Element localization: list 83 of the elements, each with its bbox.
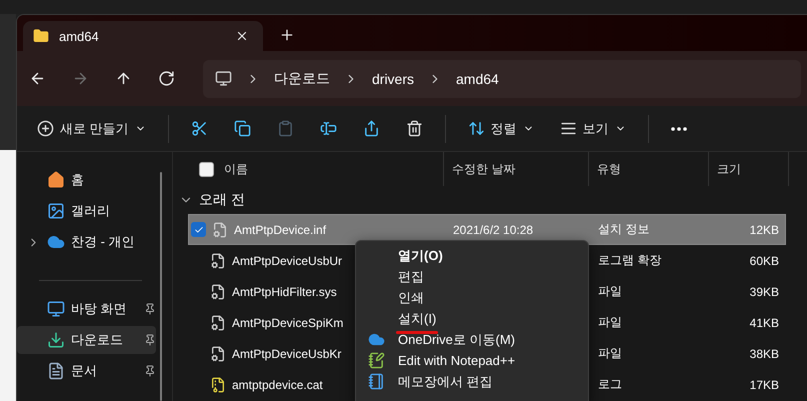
file-name: AmtPtpDeviceSpiKm (232, 316, 344, 330)
catalog-file-icon (210, 376, 226, 392)
more-icon (670, 126, 687, 130)
sidebar-item[interactable]: 홈 (17, 166, 156, 194)
new-button[interactable]: 새로 만들기 (29, 116, 154, 142)
notepad-icon (368, 373, 384, 390)
sidebar-item[interactable]: 바탕 화면 (17, 295, 156, 323)
tab[interactable]: amd64 (23, 21, 263, 51)
settings-file-icon (210, 252, 226, 268)
tab-title: amd64 (59, 28, 100, 44)
view-button[interactable]: 보기 (552, 116, 634, 142)
cut-icon (190, 120, 208, 137)
type-cell-text: 파일 (597, 345, 623, 362)
arrow-icon (29, 70, 46, 87)
type-cell-text: 파일 (597, 283, 623, 300)
file-name: AmtPtpDeviceUsbKr (232, 346, 342, 360)
size-cell-text: 41KB (748, 316, 780, 330)
sort-icon (468, 120, 485, 137)
file-row[interactable]: AmtPtpDevice.inf 2021/6/2 10:28 설치 정보 12KB (188, 214, 786, 245)
type-cell-text: 파일 (597, 314, 623, 331)
settings-file-icon (210, 284, 226, 300)
column-header[interactable]: 수정한 날짜 (452, 160, 516, 178)
computer-icon (215, 70, 232, 87)
row-checkbox[interactable] (191, 222, 206, 237)
download-icon (47, 331, 65, 349)
menu-item[interactable]: 편집 (356, 266, 588, 287)
file-name: AmtPtpDeviceUsbUr (232, 254, 342, 268)
menu-item[interactable]: OneDrive로 이동(M) (356, 329, 588, 350)
new-icon (37, 120, 54, 137)
rename-icon (320, 120, 337, 137)
arrow-icon (72, 70, 89, 87)
breadcrumb-item[interactable]: drivers (372, 70, 414, 86)
type-cell-text: 설치 정보 (597, 221, 650, 238)
refresh-icon (158, 70, 175, 87)
menu-item[interactable]: 인쇄 (356, 287, 588, 308)
column-header[interactable]: 유형 (597, 160, 621, 178)
file-name: AmtPtpDevice.inf (234, 222, 326, 236)
plus-icon (279, 27, 295, 43)
date-cell-text: 2021/6/2 10:28 (452, 222, 534, 236)
cloud-icon (47, 233, 65, 251)
desktop-icon (47, 300, 65, 318)
breadcrumb-item[interactable]: 다운로드 (274, 70, 330, 88)
close-icon (235, 29, 249, 43)
settings-file-icon (212, 222, 228, 238)
settings-file-icon (210, 314, 226, 330)
column-header[interactable]: 크기 (717, 160, 741, 178)
sidebar-item[interactable]: 다운로드 (17, 326, 156, 354)
cloud-icon (368, 331, 384, 348)
sidebar-item[interactable]: 갤러리 (17, 197, 156, 225)
copy-icon (234, 120, 251, 137)
settings-file-icon (210, 346, 226, 362)
scrollbar[interactable] (160, 172, 162, 401)
sidebar-item[interactable]: 문서 (17, 357, 156, 385)
type-cell-text: 로그램 확장 (597, 252, 662, 269)
group-label: 오래 전 (199, 191, 245, 209)
list-icon (560, 120, 577, 137)
file-name: amtptpdevice.cat (232, 378, 323, 392)
menu-item[interactable]: 열기(O) (356, 245, 588, 266)
sort-button[interactable]: 정렬 (460, 116, 542, 142)
notepad-icon (368, 352, 384, 369)
menu-item[interactable]: 메모장에서 편집 (356, 371, 588, 392)
gallery-icon (47, 202, 65, 220)
paste-icon (276, 120, 294, 137)
select-all-checkbox[interactable] (199, 162, 214, 176)
size-cell-text: 17KB (748, 378, 780, 392)
home-icon (47, 171, 65, 189)
sidebar-item[interactable]: 찬경 - 개인 (17, 228, 156, 256)
share-icon (362, 120, 380, 137)
type-cell-text: 로그 (597, 376, 623, 393)
size-cell-text: 38KB (748, 346, 780, 360)
size-cell-text: 60KB (748, 254, 780, 268)
check-icon (194, 224, 204, 234)
file-name: AmtPtpHidFilter.sys (232, 284, 337, 298)
breadcrumb-item[interactable]: amd64 (456, 70, 499, 86)
delete-icon (406, 120, 423, 137)
address-bar[interactable]: 다운로드 drivers amd64 (203, 60, 801, 98)
menu-item[interactable]: Edit with Notepad++ (356, 350, 588, 371)
document-icon (47, 362, 65, 380)
column-header[interactable]: 이름 (224, 160, 248, 178)
size-cell-text: 12KB (748, 222, 780, 236)
size-cell-text: 39KB (748, 284, 780, 298)
folder-icon (33, 28, 49, 44)
menu-item[interactable]: 설치(I) (356, 308, 588, 329)
